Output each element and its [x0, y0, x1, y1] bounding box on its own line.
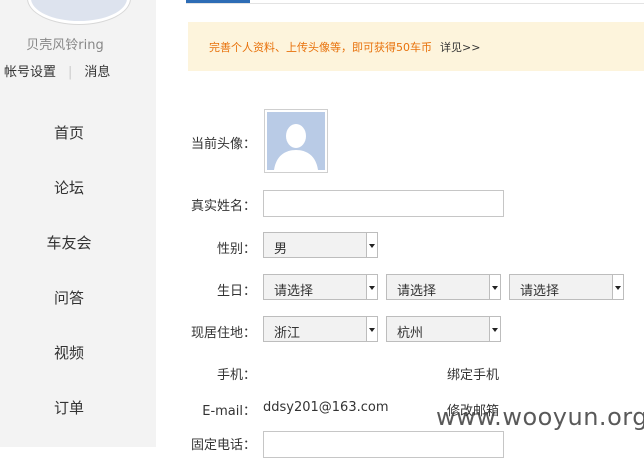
email-label: E-mail： — [202, 404, 256, 419]
birthday-day-value: 请选择 — [520, 284, 560, 299]
province-select[interactable]: 浙江 — [263, 316, 378, 342]
city-value: 杭州 — [397, 326, 424, 341]
gender-label: 性别： — [216, 242, 256, 257]
default-avatar-icon — [267, 112, 325, 170]
current-avatar[interactable] — [264, 109, 328, 173]
chevron-down-icon — [612, 275, 623, 299]
notice-text: 完善个人资料、上传头像等，即可获得50车币 详见>> — [209, 39, 480, 55]
landline-input[interactable] — [263, 431, 504, 458]
messages-link[interactable]: 消息 — [84, 65, 110, 80]
account-links: 帐号设置 | 消息 — [4, 61, 110, 80]
chevron-down-icon — [366, 233, 377, 257]
realname-input[interactable] — [263, 190, 504, 217]
email-value: ddsy201@163.com — [263, 400, 389, 415]
birthday-year-select[interactable]: 请选择 — [263, 274, 378, 300]
bind-phone-link[interactable]: 绑定手机 — [447, 364, 499, 383]
nav-item-car-club[interactable]: 车友会 — [0, 232, 138, 253]
birthday-day-select[interactable]: 请选择 — [509, 274, 624, 300]
birthday-label: 生日： — [216, 284, 256, 299]
gender-value: 男 — [274, 242, 288, 257]
account-settings-link[interactable]: 帐号设置 — [4, 65, 56, 80]
nav-item-orders[interactable]: 订单 — [0, 397, 138, 418]
gender-select[interactable]: 男 — [263, 232, 378, 258]
nav-item-video[interactable]: 视频 — [0, 342, 138, 363]
landline-label: 固定电话： — [190, 438, 256, 453]
chevron-down-icon — [489, 317, 500, 341]
avatar-label: 当前头像： — [190, 137, 256, 152]
nav-item-forum[interactable]: 论坛 — [0, 177, 138, 198]
nav-item-home[interactable]: 首页 — [0, 122, 138, 143]
city-select[interactable]: 杭州 — [386, 316, 501, 342]
notice-banner: 完善个人资料、上传头像等，即可获得50车币 详见>> — [188, 22, 644, 71]
birthday-month-value: 请选择 — [397, 284, 437, 299]
residence-label: 现居住地： — [190, 326, 256, 341]
user-avatar[interactable] — [28, 0, 130, 24]
chevron-down-icon — [366, 275, 377, 299]
active-tab-indicator[interactable] — [186, 0, 250, 3]
chevron-down-icon — [366, 317, 377, 341]
birthday-year-value: 请选择 — [274, 284, 314, 299]
tab-bar — [186, 0, 644, 4]
sidebar: 贝壳风铃ring 帐号设置 | 消息 首页 论坛 车友会 问答 视频 订单 — [0, 0, 156, 447]
watermark: www.wooyun.org — [436, 403, 644, 431]
chevron-down-icon — [489, 275, 500, 299]
nav-item-qa[interactable]: 问答 — [0, 287, 138, 308]
realname-label: 真实姓名： — [190, 199, 256, 214]
birthday-month-select[interactable]: 请选择 — [386, 274, 501, 300]
notice-message: 完善个人资料、上传头像等，即可获得50车币 — [209, 41, 432, 54]
province-value: 浙江 — [274, 326, 301, 341]
username[interactable]: 贝壳风铃ring — [0, 34, 130, 53]
phone-label: 手机： — [216, 368, 256, 383]
notice-details-link[interactable]: 详见>> — [440, 41, 480, 54]
divider: | — [68, 65, 73, 80]
main-content: 完善个人资料、上传头像等，即可获得50车币 详见>> 当前头像： 真实姓名： 性别… — [156, 0, 644, 458]
